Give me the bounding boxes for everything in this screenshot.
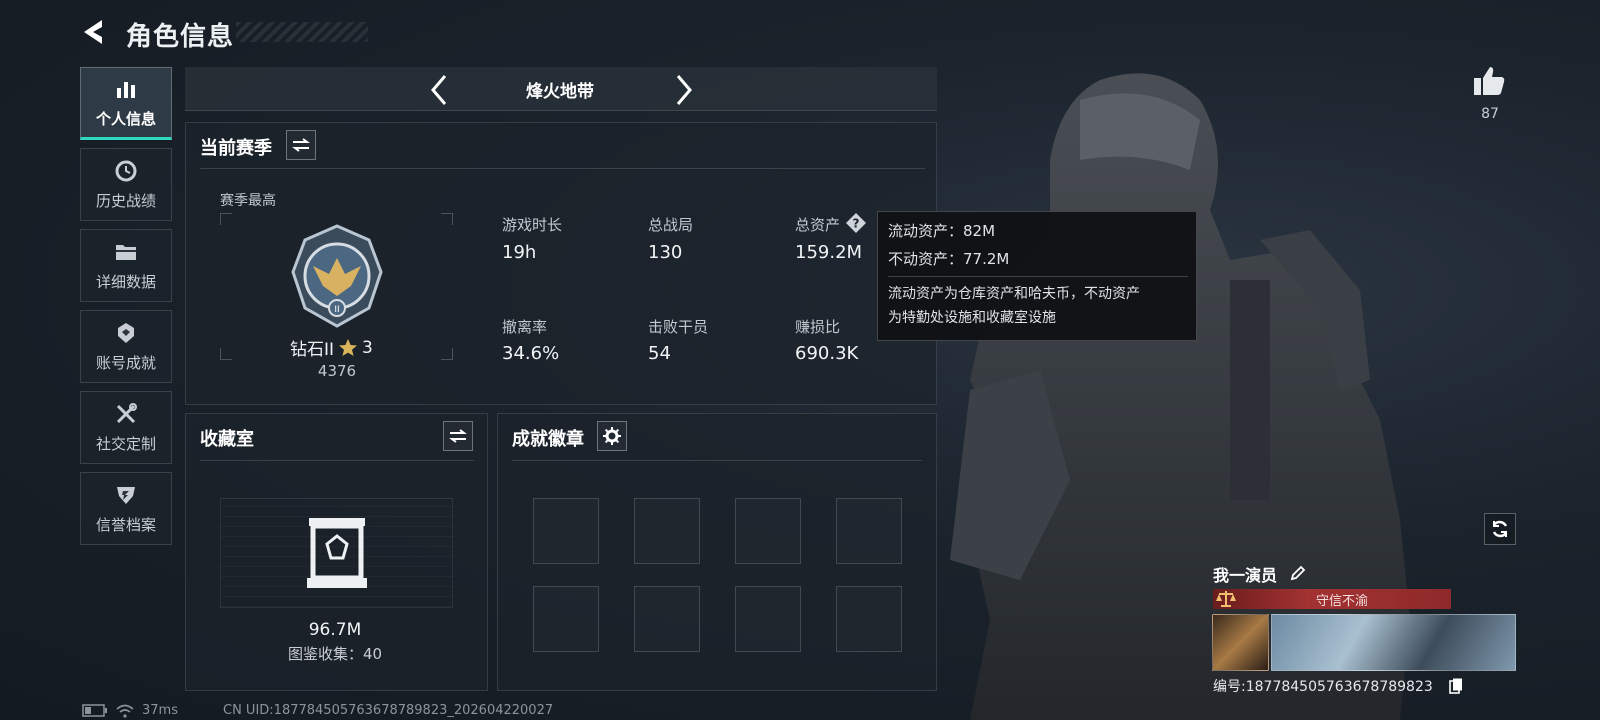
stat-value: 54 [648,343,671,364]
tools-icon [116,403,137,424]
divider [512,460,922,461]
tooltip-liquid-assets: 流动资产：82M [888,222,996,240]
season-title: 当前赛季 [200,138,272,159]
refresh-icon [1492,520,1508,538]
nav-item-reputation[interactable]: 信誉档案 [80,472,172,545]
stat-value: 690.3K [795,343,859,364]
thumbs-up-icon[interactable] [1472,64,1506,98]
folder-icon [116,245,136,260]
rank-stars: 3 [362,337,373,358]
nav-label: 账号成就 [95,354,156,372]
tooltip-fixed-assets: 不动资产：77.2M [888,250,1010,268]
nav-item-history[interactable]: 历史战绩 [80,148,172,221]
badge-slot[interactable] [735,586,801,652]
swap-icon [292,138,310,152]
stat-value: 19h [502,242,537,263]
rank-name: 钻石II [290,340,335,360]
collection-title: 收藏室 [200,429,254,450]
clock-icon [115,160,137,182]
frame-corner [441,213,453,225]
divider [200,168,925,169]
swap-icon [449,429,467,443]
nav-item-personal-info[interactable]: 个人信息 [80,67,172,140]
profile-banner[interactable] [1271,614,1516,671]
star-icon [339,338,358,356]
season-best-label: 赛季最高 [220,193,276,209]
badge-slot[interactable] [533,586,599,652]
avatar[interactable] [1212,614,1269,671]
nav-label: 详细数据 [95,273,156,291]
copy-icon[interactable] [1449,678,1463,694]
player-name: 我一演员 [1213,566,1278,585]
nav-item-detailed-data[interactable]: 详细数据 [80,229,172,302]
stat-label: 赚损比 [795,318,841,336]
latency: 37ms [142,703,178,718]
swap-button[interactable] [286,130,316,160]
svg-text:II: II [334,305,339,315]
title-decoration [236,22,368,42]
nav-label: 社交定制 [95,435,156,453]
nav-label: 信誉档案 [95,516,156,534]
wifi-icon [116,704,134,718]
refresh-button[interactable] [1484,513,1516,545]
gear-icon [603,427,621,445]
stat-label: 游戏时长 [502,216,563,234]
swap-button[interactable] [443,421,473,451]
battery-icon [82,704,107,717]
page-title: 角色信息 [126,22,235,52]
collection-value: 96.7M [308,620,362,640]
badge-slot[interactable] [533,498,599,564]
tooltip-description-line: 流动资产为仓库资产和哈夫币，不动资产 [888,286,1140,302]
bar-chart-icon [117,82,135,98]
nav-item-achievements[interactable]: 账号成就 [80,310,172,383]
nav-label: 个人信息 [95,110,156,128]
nav-item-social-custom[interactable]: 社交定制 [80,391,172,464]
stat-label: 击败干员 [648,318,709,336]
badge-slot[interactable] [634,586,700,652]
edit-icon[interactable] [1290,565,1306,581]
player-uid: 编号:18778450576367878982​3 [1213,679,1433,695]
assets-tooltip: 流动资产：82M 不动资产：77.2M 流动资产为仓库资产和哈夫币，不动资产 为… [877,211,1197,341]
badge-slot[interactable] [634,498,700,564]
status-bar: 37ms [82,703,178,718]
badge-slot[interactable] [836,498,902,564]
stat-label: 总资产 [795,216,841,234]
stat-value: 130 [648,242,683,263]
settings-button[interactable] [597,421,627,451]
badge-slot[interactable] [735,498,801,564]
collection-count: 图鉴收集：40 [287,645,383,663]
badge-slot[interactable] [836,586,902,652]
rank-score: 4376 [317,362,357,380]
chevron-right-icon[interactable] [670,72,698,108]
tooltip-description-line: 为特勤处设施和收藏室设施 [888,310,1056,326]
mode-label: 烽火地带 [526,82,594,102]
frame-corner [441,348,453,360]
divider [888,276,1188,277]
chevron-left-icon[interactable] [425,72,453,108]
side-nav: 个人信息 历史战绩 详细数据 账号成就 社交定制 信誉档案 [80,67,172,553]
badge-text: 守信不渝 [1315,594,1368,609]
footer-uid: CN UID:18778450576367878982​3_2026042200… [223,703,554,718]
rank-line: 钻石II 3 [290,335,373,361]
info-button[interactable]: ? [845,212,867,234]
achievement-icon [118,323,134,343]
frame-corner [220,348,232,360]
svg-text:?: ? [853,217,860,231]
stat-label: 总战局 [648,216,694,234]
divider [200,460,474,461]
back-arrow-icon[interactable] [78,16,110,48]
achievements-title: 成就徽章 [512,429,584,450]
frame-corner [220,213,232,225]
stat-value: 159.2M [795,242,863,263]
nav-label: 历史战绩 [95,192,156,210]
display-case-icon [307,518,367,588]
reputation-icon [117,487,135,504]
like-count: 87 [1481,106,1499,122]
stat-value: 34.6% [502,343,560,364]
stat-label: 撤离率 [502,318,548,336]
rank-emblem: II [291,224,383,328]
question-icon: ? [846,213,866,233]
